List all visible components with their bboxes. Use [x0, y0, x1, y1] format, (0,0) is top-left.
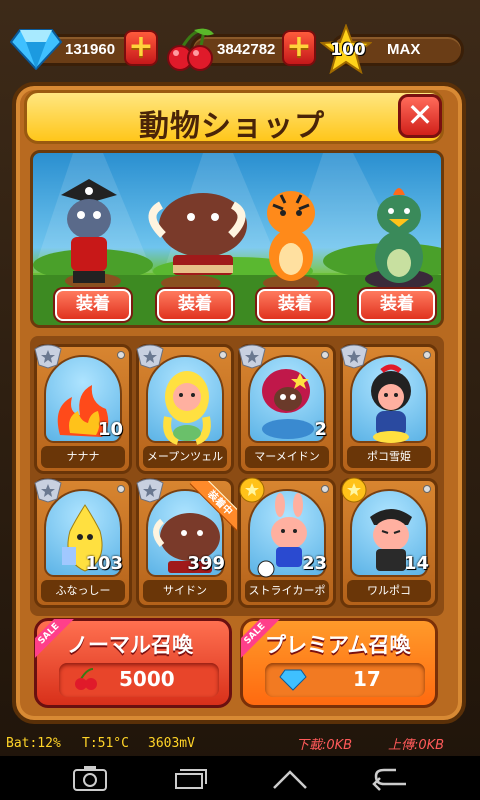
equipped-ribbon: 装着中: [181, 481, 237, 531]
camera-icon: [73, 766, 107, 791]
camera-button[interactable]: [70, 764, 110, 792]
silver-badge-icon: [340, 344, 368, 369]
equip-button-4[interactable]: 装着: [359, 289, 435, 321]
cherries-value: 3842782: [217, 41, 276, 58]
debug-status-bar: Bat:12% T:51°C 3603mV 下載:0KB 上傳:0KB: [0, 732, 480, 756]
diamond-icon: [279, 669, 307, 691]
title-bar: 動物ショップ: [24, 90, 444, 144]
download-text: 下載:0KB: [296, 738, 353, 753]
equip-button-1[interactable]: 装着: [55, 289, 131, 321]
premium-summon-button[interactable]: SALE プレミアム召喚 17: [240, 618, 438, 708]
card-indicator: [423, 351, 431, 359]
silver-badge-icon: [136, 344, 164, 369]
pirate-wolf-icon: [61, 179, 117, 283]
card-name: マーメイドン: [245, 446, 329, 468]
voltage-text: 3603mV: [148, 736, 195, 751]
navigation-bar: [0, 756, 480, 800]
tiger-icon: [267, 191, 315, 281]
equipped-stage: 装着 装着 装着 装着: [30, 150, 444, 328]
card-indicator: [321, 485, 329, 493]
card-name: ストライカーポコ: [245, 580, 329, 602]
level-state: MAX: [387, 41, 421, 58]
equip-button-2[interactable]: 装着: [157, 289, 233, 321]
card-level: 14: [403, 553, 429, 574]
normal-summon-label: ノーマル召喚: [67, 633, 193, 657]
card-name: ワルポコ: [347, 580, 431, 602]
card-name: メープンツェル: [143, 446, 227, 468]
equip-button-3[interactable]: 装着: [257, 289, 333, 321]
gold-badge-icon: [239, 477, 265, 503]
premium-summon-label: プレミアム召喚: [265, 633, 411, 657]
add-gems-button[interactable]: +: [124, 30, 158, 66]
currency-bar: 131960 + 3842782 + MAX 100: [0, 0, 480, 80]
home-icon: [273, 770, 307, 789]
card-name: ポコ雪姫: [347, 446, 431, 468]
home-button[interactable]: [270, 764, 310, 792]
card-level: 399: [187, 553, 225, 574]
character-card[interactable]: メープンツェル: [136, 344, 234, 474]
character-card[interactable]: 103 ふなっしー: [34, 478, 132, 608]
green-bird-icon: [375, 188, 423, 283]
card-name: ふなっしー: [41, 580, 125, 602]
card-level: 103: [85, 553, 123, 574]
character-card[interactable]: 14 ワルポコ: [340, 477, 438, 608]
recent-apps-icon: [175, 769, 207, 789]
temperature-text: T:51°C: [82, 736, 129, 751]
silver-badge-icon: [34, 344, 62, 369]
card-indicator: [117, 485, 125, 493]
add-cherries-button[interactable]: +: [282, 30, 316, 66]
silver-badge-icon: [34, 478, 62, 503]
gold-badge-icon: [341, 477, 367, 503]
card-indicator: [423, 485, 431, 493]
card-indicator: [321, 351, 329, 359]
page-title: 動物ショップ: [139, 109, 325, 144]
card-level: 10: [97, 419, 123, 440]
character-card[interactable]: 10 ナナナ: [34, 344, 132, 474]
card-level: 23: [301, 553, 327, 574]
level-value: 100: [330, 40, 366, 60]
silver-badge-icon: [238, 344, 266, 369]
character-card[interactable]: ポコ雪姫: [340, 344, 438, 474]
upload-text: 上傳:0KB: [388, 738, 445, 753]
premium-summon-cost: 17: [265, 663, 425, 697]
close-icon: ✕: [406, 96, 434, 134]
card-name: ナナナ: [41, 446, 125, 468]
snow-white-icon: [371, 364, 411, 443]
silver-badge-icon: [136, 478, 164, 503]
app-screen: 131960 + 3842782 + MAX 100 動物ショップ ✕ 装着 装…: [0, 0, 480, 800]
cherry-icon: [75, 668, 97, 690]
normal-summon-cost: 5000: [59, 663, 219, 697]
cherry-icon: [167, 28, 214, 71]
card-level: 2: [314, 419, 327, 440]
card-indicator: [117, 351, 125, 359]
back-icon: [372, 768, 406, 791]
recent-apps-button[interactable]: [170, 764, 210, 792]
close-button[interactable]: ✕: [398, 94, 442, 138]
boar-icon: [148, 193, 247, 275]
normal-summon-button[interactable]: SALE ノーマル召喚 5000: [34, 618, 232, 708]
back-button[interactable]: [370, 764, 410, 792]
character-card[interactable]: 装着中 399 サイドン: [136, 478, 237, 608]
card-indicator: [219, 351, 227, 359]
rapunzel-icon: [163, 371, 211, 445]
character-card[interactable]: 23 ストライカーポコ: [238, 477, 336, 608]
gems-value: 131960: [65, 41, 116, 58]
diamond-icon: [10, 29, 62, 70]
character-card[interactable]: 2 マーメイドン: [238, 344, 336, 474]
equipped-tag: 装着中: [189, 481, 237, 531]
battery-text: Bat:12%: [6, 736, 61, 751]
normal-cost-value: 5000: [119, 667, 175, 691]
card-name: サイドン: [143, 580, 227, 602]
premium-cost-value: 17: [353, 667, 381, 691]
